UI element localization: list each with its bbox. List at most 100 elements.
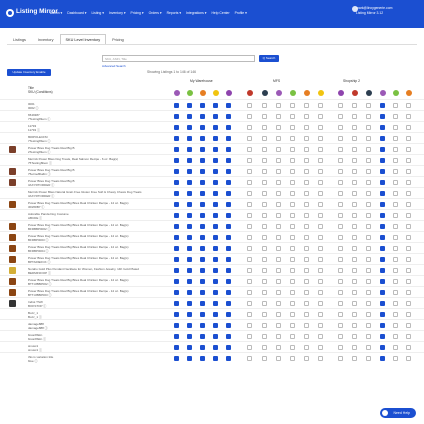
channel-checkbox[interactable]	[380, 213, 385, 218]
channel-checkbox[interactable]	[200, 125, 205, 130]
channel-checkbox[interactable]	[393, 202, 398, 207]
nav-item-2[interactable]: Listing ▾	[92, 11, 104, 15]
channel-checkbox[interactable]	[380, 334, 385, 339]
channel-checkbox[interactable]	[276, 114, 281, 119]
channel-checkbox[interactable]	[200, 213, 205, 218]
channel-checkbox[interactable]	[187, 202, 192, 207]
channel-checkbox[interactable]	[338, 290, 343, 295]
channel-checkbox[interactable]	[338, 345, 343, 350]
channel-checkbox[interactable]	[174, 136, 179, 141]
channel-checkbox[interactable]	[338, 213, 343, 218]
channel-checkbox[interactable]	[406, 345, 411, 350]
channel-checkbox[interactable]	[406, 279, 411, 284]
channel-checkbox[interactable]	[187, 334, 192, 339]
channel-checkbox[interactable]	[318, 279, 323, 284]
channel-checkbox[interactable]	[366, 180, 371, 185]
channel-checkbox[interactable]	[247, 224, 252, 229]
channel-checkbox[interactable]	[380, 301, 385, 306]
channel-checkbox[interactable]	[318, 158, 323, 163]
channel-checkbox[interactable]	[247, 158, 252, 163]
channel-checkbox[interactable]	[200, 114, 205, 119]
channel-checkbox[interactable]	[290, 257, 295, 262]
channel-checkbox[interactable]	[393, 334, 398, 339]
nav-item-6[interactable]: Reports ▾	[167, 11, 182, 15]
channel-checkbox[interactable]	[380, 356, 385, 361]
channel-checkbox[interactable]	[380, 191, 385, 196]
channel-checkbox[interactable]	[187, 169, 192, 174]
channel-checkbox[interactable]	[304, 136, 309, 141]
channel-checkbox[interactable]	[352, 202, 357, 207]
channel-checkbox[interactable]	[406, 301, 411, 306]
tab-sku-level-inventory[interactable]: SKU Level Inventory	[59, 34, 107, 44]
channel-checkbox[interactable]	[393, 147, 398, 152]
channel-checkbox[interactable]	[290, 290, 295, 295]
channel-checkbox[interactable]	[262, 246, 267, 251]
channel-checkbox[interactable]	[226, 334, 231, 339]
channel-checkbox[interactable]	[366, 224, 371, 229]
channel-checkbox[interactable]	[226, 290, 231, 295]
channel-checkbox[interactable]	[276, 356, 281, 361]
channel-checkbox[interactable]	[174, 180, 179, 185]
channel-checkbox[interactable]	[318, 224, 323, 229]
channel-checkbox[interactable]	[393, 235, 398, 240]
channel-checkbox[interactable]	[380, 246, 385, 251]
channel-checkbox[interactable]	[406, 202, 411, 207]
channel-checkbox[interactable]	[290, 125, 295, 130]
channel-checkbox[interactable]	[226, 191, 231, 196]
channel-checkbox[interactable]	[262, 224, 267, 229]
channel-checkbox[interactable]	[247, 180, 252, 185]
channel-checkbox[interactable]	[276, 246, 281, 251]
channel-checkbox[interactable]	[366, 114, 371, 119]
channel-checkbox[interactable]	[213, 125, 218, 130]
channel-checkbox[interactable]	[213, 103, 218, 108]
channel-checkbox[interactable]	[318, 202, 323, 207]
channel-checkbox[interactable]	[366, 246, 371, 251]
channel-checkbox[interactable]	[318, 356, 323, 361]
channel-checkbox[interactable]	[304, 334, 309, 339]
channel-checkbox[interactable]	[187, 290, 192, 295]
channel-checkbox[interactable]	[276, 147, 281, 152]
channel-checkbox[interactable]	[200, 301, 205, 306]
channel-checkbox[interactable]	[366, 213, 371, 218]
channel-checkbox[interactable]	[406, 103, 411, 108]
channel-checkbox[interactable]	[247, 213, 252, 218]
channel-checkbox[interactable]	[290, 224, 295, 229]
channel-checkbox[interactable]	[187, 224, 192, 229]
logo-icon[interactable]	[6, 9, 14, 17]
channel-checkbox[interactable]	[352, 279, 357, 284]
channel-checkbox[interactable]	[213, 136, 218, 141]
channel-checkbox[interactable]	[262, 301, 267, 306]
channel-checkbox[interactable]	[393, 191, 398, 196]
channel-checkbox[interactable]	[247, 301, 252, 306]
channel-checkbox[interactable]	[290, 213, 295, 218]
channel-checkbox[interactable]	[262, 191, 267, 196]
channel-checkbox[interactable]	[226, 279, 231, 284]
channel-checkbox[interactable]	[247, 268, 252, 273]
channel-checkbox[interactable]	[318, 334, 323, 339]
channel-checkbox[interactable]	[200, 147, 205, 152]
channel-checkbox[interactable]	[247, 334, 252, 339]
channel-checkbox[interactable]	[200, 169, 205, 174]
channel-checkbox[interactable]	[276, 268, 281, 273]
channel-checkbox[interactable]	[304, 279, 309, 284]
channel-checkbox[interactable]	[338, 301, 343, 306]
channel-checkbox[interactable]	[366, 268, 371, 273]
channel-checkbox[interactable]	[200, 290, 205, 295]
channel-checkbox[interactable]	[290, 114, 295, 119]
channel-checkbox[interactable]	[393, 103, 398, 108]
channel-checkbox[interactable]	[406, 224, 411, 229]
channel-checkbox[interactable]	[352, 268, 357, 273]
channel-checkbox[interactable]	[174, 279, 179, 284]
channel-checkbox[interactable]	[304, 257, 309, 262]
row-title[interactable]: damage888	[28, 322, 170, 326]
channel-checkbox[interactable]	[338, 323, 343, 328]
channel-checkbox[interactable]	[213, 202, 218, 207]
channel-checkbox[interactable]	[226, 323, 231, 328]
channel-checkbox[interactable]	[338, 224, 343, 229]
channel-checkbox[interactable]	[338, 103, 343, 108]
channel-checkbox[interactable]	[262, 169, 267, 174]
channel-checkbox[interactable]	[187, 279, 192, 284]
channel-checkbox[interactable]	[247, 246, 252, 251]
channel-checkbox[interactable]	[187, 136, 192, 141]
channel-checkbox[interactable]	[290, 180, 295, 185]
